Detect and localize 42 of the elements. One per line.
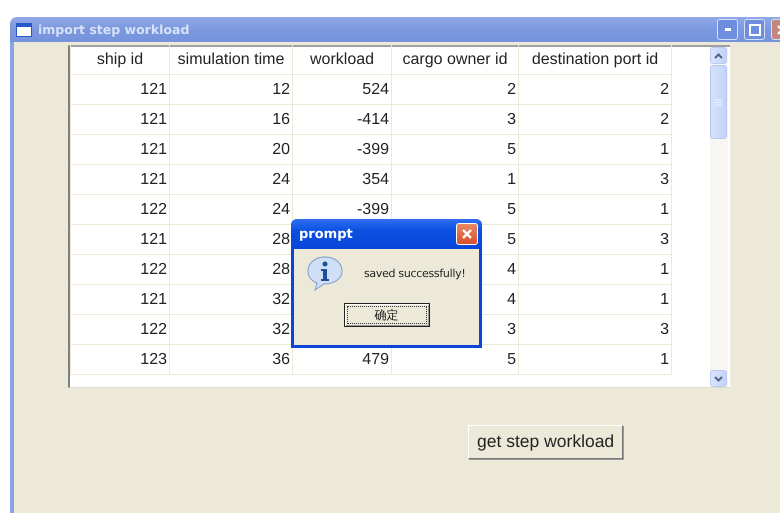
table-cell: 121 xyxy=(70,164,170,194)
table-cell: 2 xyxy=(518,104,672,134)
table-cell: 121 xyxy=(70,74,170,104)
window-title: import step workload xyxy=(38,22,190,37)
column-header[interactable]: workload xyxy=(292,45,392,74)
table-cell: 1 xyxy=(392,164,518,194)
get-workload-button[interactable]: get step workload xyxy=(468,425,624,459)
table-cell: -414 xyxy=(292,104,392,134)
column-header[interactable]: ship id xyxy=(70,45,170,74)
table-cell: 2 xyxy=(518,74,672,104)
column-header[interactable]: cargo owner id xyxy=(392,45,518,74)
table-cell: 5 xyxy=(392,134,518,164)
table-cell: 3 xyxy=(392,104,518,134)
table-cell: 524 xyxy=(292,74,392,104)
column-header[interactable]: destination port id xyxy=(518,45,672,74)
table-cell: 354 xyxy=(292,164,392,194)
table-cell: 122 xyxy=(70,254,170,284)
table-cell: 1 xyxy=(518,134,672,164)
table-cell: 20 xyxy=(170,134,292,164)
table-cell: 16 xyxy=(170,104,292,134)
table-cell: 3 xyxy=(518,224,672,254)
dialog-title: prompt xyxy=(299,226,354,242)
table-cell: 24 xyxy=(170,194,292,224)
table-cell: 1 xyxy=(518,344,672,374)
table-cell: 121 xyxy=(70,224,170,254)
table-cell: 3 xyxy=(518,164,672,194)
table-cell: 12 xyxy=(170,74,292,104)
table-cell: 121 xyxy=(70,134,170,164)
table-cell: 121 xyxy=(70,104,170,134)
column-header[interactable]: simulation time xyxy=(170,45,292,74)
table-cell: 24 xyxy=(170,164,292,194)
table-cell: 1 xyxy=(518,254,672,284)
table-cell: 1 xyxy=(518,284,672,314)
ok-button[interactable]: 确定 xyxy=(344,303,430,327)
table-cell: 1 xyxy=(518,194,672,224)
table-cell: 122 xyxy=(70,314,170,344)
table-cell: 3 xyxy=(518,314,672,344)
table-cell: 123 xyxy=(70,344,170,374)
table-cell: 121 xyxy=(70,284,170,314)
table-cell: 122 xyxy=(70,194,170,224)
table-cell: 2 xyxy=(392,74,518,104)
table-cell: -399 xyxy=(292,134,392,164)
